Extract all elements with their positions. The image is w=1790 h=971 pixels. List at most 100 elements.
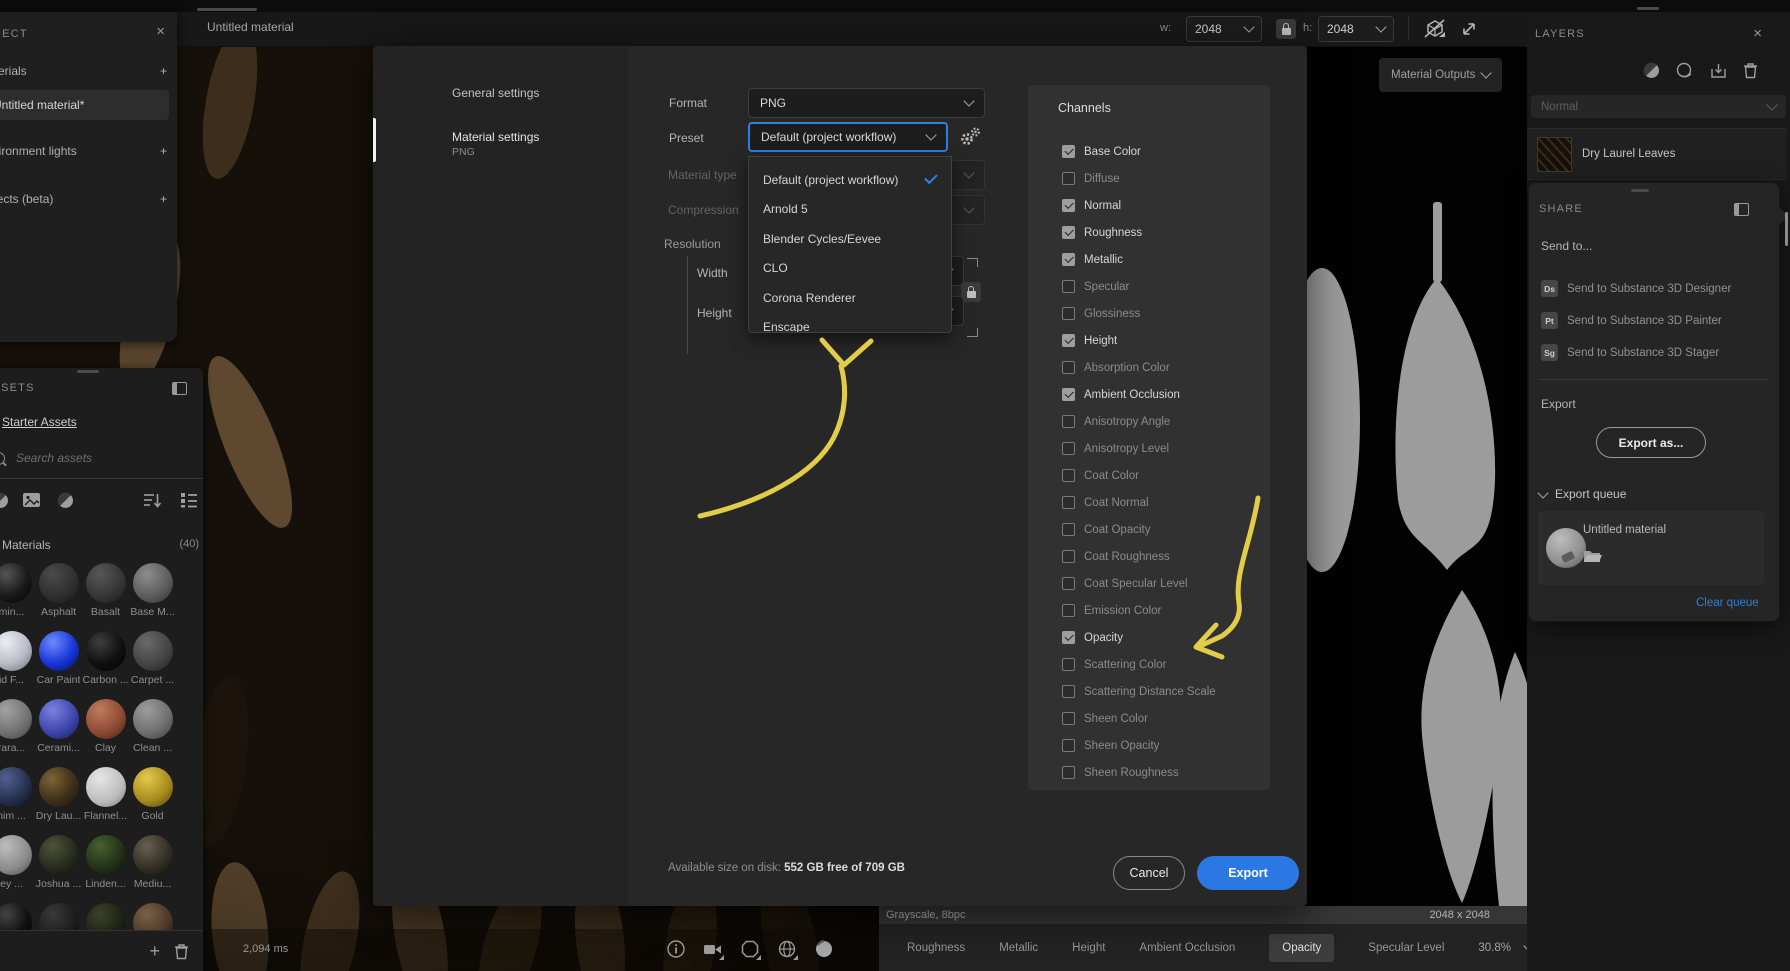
- tab-opacity[interactable]: Opacity: [1269, 933, 1335, 962]
- material-thumbnail[interactable]: [0, 563, 32, 603]
- material-asset[interactable]: Dry Lau...: [35, 767, 82, 835]
- material-asset[interactable]: [129, 903, 176, 930]
- channel-row[interactable]: Height: [1028, 327, 1270, 354]
- preset-menu-item-selected[interactable]: Default (project workflow): [749, 165, 951, 195]
- environment-lights-section-row[interactable]: Environment lights +: [0, 144, 167, 158]
- material-thumbnail[interactable]: [85, 631, 126, 671]
- material-asset[interactable]: Mediu...: [129, 835, 176, 903]
- tab-roughness[interactable]: Roughness: [907, 942, 965, 954]
- channel-row[interactable]: Emission Color: [1028, 597, 1270, 624]
- channel-row[interactable]: Coat Roughness: [1028, 543, 1270, 570]
- list-view-icon[interactable]: [180, 492, 198, 508]
- texture-size-icon[interactable]: [1422, 17, 1448, 41]
- checkbox-unchecked[interactable]: [1062, 361, 1075, 374]
- channel-row[interactable]: Coat Normal: [1028, 489, 1270, 516]
- material-thumbnail[interactable]: [38, 767, 79, 807]
- panel-drag-handle[interactable]: [1637, 7, 1659, 10]
- materials-section-row[interactable]: Materials +: [0, 64, 167, 78]
- expand-icon[interactable]: [1458, 18, 1480, 40]
- send-to-painter[interactable]: Pt Send to Substance 3D Painter: [1541, 312, 1722, 329]
- material-asset[interactable]: Car Paint: [35, 631, 82, 699]
- checkbox-checked[interactable]: [1062, 253, 1075, 266]
- material-thumbnail[interactable]: [0, 699, 32, 739]
- send-to-stager[interactable]: Sg Send to Substance 3D Stager: [1541, 344, 1719, 361]
- material-asset[interactable]: rara...: [0, 699, 35, 767]
- preset-menu-item[interactable]: Enscape: [749, 313, 951, 332]
- project-material-item-selected[interactable]: Untitled material*: [0, 90, 169, 120]
- checkbox-unchecked[interactable]: [1062, 766, 1075, 779]
- channel-row[interactable]: Anisotropy Angle: [1028, 408, 1270, 435]
- checkbox-checked[interactable]: [1062, 145, 1075, 158]
- nav-material-settings[interactable]: Material settings: [452, 130, 539, 144]
- nav-general-settings[interactable]: General settings: [452, 86, 539, 100]
- import-resource-icon[interactable]: [1710, 62, 1727, 79]
- preset-menu-item[interactable]: Blender Cycles/Eevee: [749, 224, 951, 254]
- material-asset[interactable]: Asphalt: [35, 563, 82, 631]
- material-thumbnail[interactable]: [85, 699, 126, 739]
- checkbox-unchecked[interactable]: [1062, 172, 1075, 185]
- channel-row[interactable]: Sheen Opacity: [1028, 732, 1270, 759]
- add-icon[interactable]: +: [160, 144, 167, 158]
- add-asset-icon[interactable]: +: [149, 941, 160, 962]
- material-thumbnail[interactable]: [0, 767, 32, 807]
- checkbox-checked[interactable]: [1062, 199, 1075, 212]
- close-icon[interactable]: ×: [156, 24, 165, 39]
- material-asset[interactable]: Gold: [129, 767, 176, 835]
- checkbox-unchecked[interactable]: [1062, 307, 1075, 320]
- camera-button[interactable]: [702, 938, 724, 960]
- format-dropdown[interactable]: PNG: [748, 88, 985, 118]
- material-asset[interactable]: [35, 903, 82, 930]
- panel-drag-handle[interactable]: [197, 8, 257, 11]
- image-filter-icon[interactable]: [22, 492, 41, 508]
- material-thumbnail[interactable]: [38, 631, 79, 671]
- search-input[interactable]: [14, 450, 168, 466]
- layer-thumbnail[interactable]: [1537, 136, 1572, 172]
- checkbox-unchecked[interactable]: [1062, 685, 1075, 698]
- aspect-lock-button[interactable]: [1276, 19, 1296, 39]
- environment-button[interactable]: [739, 938, 761, 960]
- trash-icon[interactable]: [1743, 62, 1758, 79]
- checkbox-checked[interactable]: [1062, 631, 1075, 644]
- material-asset[interactable]: Carpet ...: [129, 631, 176, 699]
- checkbox-unchecked[interactable]: [1062, 469, 1075, 482]
- material-thumbnail[interactable]: [85, 835, 126, 875]
- material-thumbnail[interactable]: [0, 631, 32, 671]
- panel-toggle-icon[interactable]: [172, 382, 187, 395]
- material-asset[interactable]: Clay: [82, 699, 129, 767]
- all-assets-filter-icon[interactable]: [0, 492, 9, 509]
- material-thumbnail[interactable]: [132, 835, 173, 875]
- material-thumbnail[interactable]: [38, 835, 79, 875]
- checkbox-checked[interactable]: [1062, 388, 1075, 401]
- material-asset[interactable]: Carbon ...: [82, 631, 129, 699]
- export-as-button[interactable]: Export as...: [1596, 427, 1706, 458]
- material-asset[interactable]: Clean ...: [129, 699, 176, 767]
- preset-settings-gear-icon[interactable]: [958, 126, 982, 148]
- checkbox-checked[interactable]: [1062, 226, 1075, 239]
- trash-icon[interactable]: [174, 943, 189, 960]
- cancel-button[interactable]: Cancel: [1113, 856, 1185, 890]
- add-icon[interactable]: +: [160, 64, 167, 78]
- close-icon[interactable]: ×: [1753, 26, 1762, 41]
- tab-specular-level[interactable]: Specular Level: [1368, 942, 1444, 954]
- material-thumbnail[interactable]: [132, 563, 173, 603]
- send-to-designer[interactable]: Ds Send to Substance 3D Designer: [1541, 280, 1731, 297]
- material-thumbnail[interactable]: [132, 903, 173, 930]
- tab-height[interactable]: Height: [1072, 942, 1105, 954]
- channel-row[interactable]: Sheen Color: [1028, 705, 1270, 732]
- material-thumbnail[interactable]: [0, 835, 32, 875]
- scrollbar[interactable]: [1785, 212, 1788, 246]
- preset-menu-item[interactable]: Arnold 5: [749, 195, 951, 225]
- objects-section-row[interactable]: Objects (beta) +: [0, 192, 167, 206]
- material-thumbnail[interactable]: [85, 903, 126, 930]
- channel-row[interactable]: Opacity: [1028, 624, 1270, 651]
- material-asset[interactable]: Flannel...: [82, 767, 129, 835]
- material-asset[interactable]: Basalt: [82, 563, 129, 631]
- material-asset[interactable]: Joshua ...: [35, 835, 82, 903]
- material-asset[interactable]: Cerami...: [35, 699, 82, 767]
- panel-toggle-icon[interactable]: [1734, 203, 1749, 216]
- materials-section-header[interactable]: Materials (40): [2, 538, 199, 552]
- material-asset[interactable]: min...: [0, 563, 35, 631]
- channel-row[interactable]: Scattering Distance Scale: [1028, 678, 1270, 705]
- material-asset[interactable]: him ...: [0, 767, 35, 835]
- channel-row[interactable]: Sheen Roughness: [1028, 759, 1270, 786]
